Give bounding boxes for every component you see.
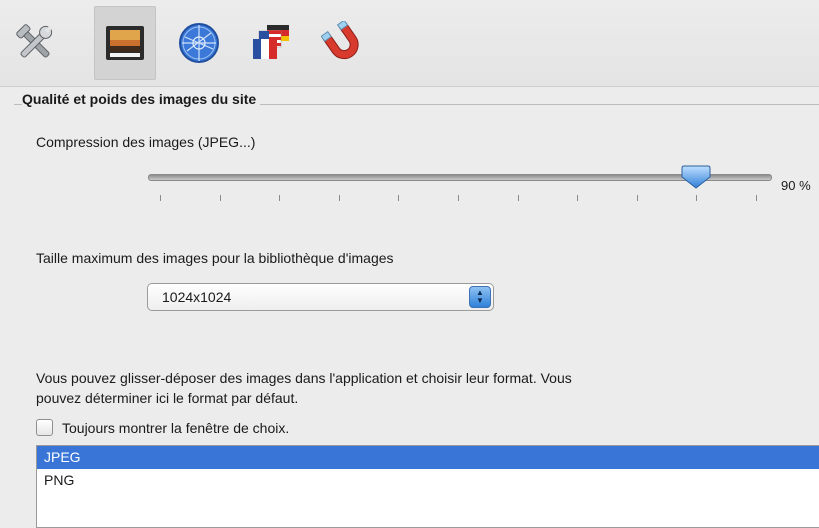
- slider-tick: [160, 195, 161, 201]
- slider-tick: [577, 195, 579, 201]
- slider-tick: [338, 195, 340, 201]
- max-size-select[interactable]: 1024x1024 ▲ ▼: [147, 283, 494, 311]
- format-list[interactable]: JPEG PNG: [36, 445, 819, 528]
- toolbar-images-button[interactable]: [94, 6, 156, 80]
- tools-icon: [13, 21, 57, 65]
- compression-slider-thumb[interactable]: [681, 165, 711, 189]
- images-preferences-panel: Qualité et poids des images du site Comp…: [0, 87, 819, 528]
- globe-icon: [177, 21, 221, 65]
- slider-tick: [398, 195, 400, 201]
- group-title: Qualité et poids des images du site: [22, 91, 261, 107]
- drag-info-line1: Vous pouvez glisser-déposer des images d…: [36, 370, 572, 386]
- compression-slider-track[interactable]: [148, 174, 772, 181]
- slider-tick: [279, 195, 281, 201]
- max-size-selected-value: 1024x1024: [162, 289, 232, 305]
- slider-tick: [756, 195, 757, 201]
- toolbar-plugins-button[interactable]: [312, 6, 374, 80]
- updown-arrows-icon: ▲ ▼: [469, 286, 491, 308]
- toolbar-general-button[interactable]: [4, 6, 66, 80]
- toolbar-web-button[interactable]: [168, 6, 230, 80]
- slider-tick: [517, 195, 519, 201]
- toolbar-language-button[interactable]: [240, 6, 302, 80]
- always-show-label[interactable]: Toujours montrer la fenêtre de choix.: [62, 420, 289, 436]
- max-size-label: Taille maximum des images pour la biblio…: [36, 250, 394, 266]
- list-item-jpeg[interactable]: JPEG: [37, 446, 819, 469]
- preferences-toolbar: [0, 0, 819, 87]
- magnet-icon: [321, 21, 365, 65]
- always-show-checkbox[interactable]: [36, 419, 53, 436]
- slider-tick: [636, 195, 638, 201]
- drag-info-line2: pouvez déterminer ici le format par défa…: [36, 390, 299, 406]
- slider-tick: [219, 195, 221, 201]
- slider-tick: [696, 195, 698, 201]
- flags-icon: [249, 21, 293, 65]
- compression-label: Compression des images (JPEG...): [36, 134, 256, 150]
- compression-value: 90 %: [781, 178, 811, 193]
- slider-tick: [458, 195, 459, 201]
- image-icon: [104, 22, 146, 64]
- list-item-png[interactable]: PNG: [37, 469, 819, 492]
